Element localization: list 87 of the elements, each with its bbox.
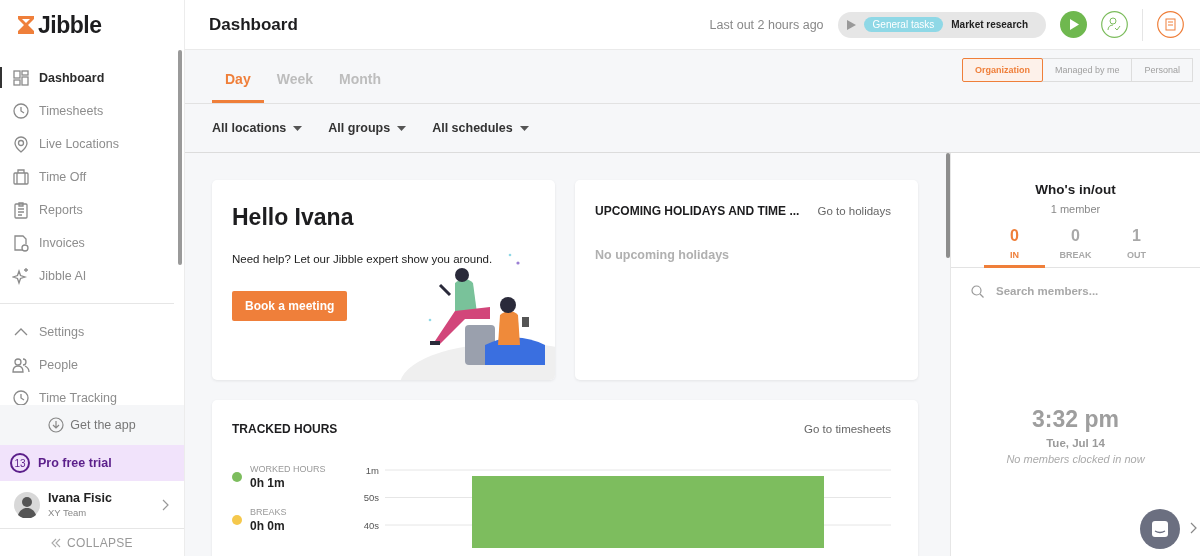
- go-to-holidays-link[interactable]: Go to holidays: [817, 205, 891, 217]
- book-meeting-button[interactable]: Book a meeting: [232, 291, 348, 321]
- logo-text: Jibble: [38, 11, 102, 39]
- avatar: [14, 491, 40, 518]
- clock-icon: [12, 388, 30, 405]
- chevron-right-icon: [162, 498, 170, 511]
- nav-item[interactable]: Time Tracking: [0, 381, 184, 405]
- axis-tick-label: 1m: [366, 464, 380, 476]
- filter-dropdown[interactable]: All schedules: [432, 121, 529, 135]
- download-icon: [48, 417, 65, 433]
- status-label: OUT: [1127, 250, 1146, 260]
- user-team: XY Team: [48, 507, 88, 518]
- trial-banner[interactable]: 13 Pro free trial: [0, 445, 184, 481]
- people-icon: [12, 355, 30, 374]
- clipboard-icon: [12, 200, 30, 219]
- period-tab[interactable]: Week: [263, 69, 326, 103]
- status-label: BREAK: [1059, 250, 1092, 260]
- status-count: 0: [1010, 227, 1019, 245]
- status-count: 1: [1132, 227, 1141, 245]
- suitcase-icon: [12, 167, 30, 186]
- user-name: Ivana Fisic: [48, 491, 113, 505]
- invoice-icon: [12, 233, 30, 252]
- legend-value: 0h 1m: [250, 476, 286, 490]
- current-time: 3:32 pm: [1031, 406, 1120, 433]
- nav-item[interactable]: Settings: [0, 315, 184, 348]
- nav-item[interactable]: Live Locations: [0, 127, 184, 160]
- caret-down-icon: [519, 125, 529, 131]
- user-menu[interactable]: Ivana Fisic XY Team: [0, 481, 184, 529]
- last-out-text: Last out 2 hours ago: [709, 17, 824, 32]
- status-count: 0: [1071, 227, 1080, 245]
- scrollbar[interactable]: [946, 153, 950, 258]
- double-chevron-left-icon: [51, 537, 62, 548]
- logo-icon: [16, 15, 36, 35]
- nav-item[interactable]: Dashboard: [0, 61, 184, 94]
- trial-label: Pro free trial: [38, 456, 112, 470]
- nav-item[interactable]: Time Off: [0, 160, 184, 193]
- search-icon: [971, 284, 984, 298]
- filter-dropdown[interactable]: All groups: [328, 121, 407, 135]
- period-tab[interactable]: Month: [326, 69, 394, 103]
- card-title: TRACKED HOURS: [232, 422, 338, 436]
- scope-toggle[interactable]: Personal: [1131, 57, 1193, 82]
- nav-item[interactable]: Jibble AI: [0, 259, 184, 292]
- help-text: Need help? Let our Jibble expert show you around.: [232, 253, 494, 265]
- play-icon: [846, 19, 856, 30]
- empty-state-text: No upcoming holidays: [595, 248, 731, 262]
- axis-tick-label: 50s: [364, 492, 380, 503]
- legend-label: BREAKS: [250, 507, 287, 517]
- start-timer-button[interactable]: [1060, 11, 1087, 38]
- caret-down-icon: [293, 125, 303, 131]
- book-button[interactable]: [1157, 11, 1184, 38]
- status-tab[interactable]: 1 OUT: [1106, 227, 1167, 268]
- scrollbar[interactable]: [178, 50, 182, 265]
- panel-title: Who's in/out: [1034, 182, 1117, 197]
- status-tab[interactable]: 0 BREAK: [1045, 227, 1106, 268]
- card-title: UPCOMING HOLIDAYS AND TIME ...: [595, 204, 800, 218]
- axis-tick-label: 40s: [364, 519, 380, 531]
- chat-button[interactable]: [1140, 509, 1180, 549]
- page-title: Dashboard: [209, 14, 299, 35]
- trial-days-badge: 13: [10, 453, 30, 473]
- timer-selector[interactable]: General tasks Market research: [837, 11, 1046, 38]
- get-app-button[interactable]: Get the app: [0, 405, 184, 445]
- location-pin-icon: [12, 134, 30, 153]
- legend-label: WORKED HOURS: [250, 464, 326, 474]
- scope-toggle[interactable]: Organization: [961, 57, 1043, 82]
- project-tag: General tasks: [863, 17, 944, 32]
- scope-toggle[interactable]: Managed by me: [1041, 57, 1133, 82]
- collapse-button[interactable]: COLLAPSE: [0, 529, 184, 556]
- current-date: Tue, Jul 14: [1045, 437, 1106, 449]
- dashboard-icon: [12, 68, 30, 87]
- empty-state-text: No members clocked in now: [1005, 453, 1146, 465]
- sparkle-icon: [12, 266, 30, 285]
- nav-item[interactable]: Invoices: [0, 226, 184, 259]
- filter-dropdown[interactable]: All locations: [212, 121, 303, 135]
- nav-item[interactable]: Timesheets: [0, 94, 184, 127]
- go-to-timesheets-link[interactable]: Go to timesheets: [804, 423, 891, 435]
- chevron-right-icon: [1190, 522, 1197, 534]
- legend-value: 0h 0m: [250, 519, 286, 533]
- caret-down-icon: [397, 125, 407, 131]
- task-name: Market research: [951, 19, 1028, 30]
- member-count: 1 member: [1049, 203, 1102, 215]
- status-tab[interactable]: 0 IN: [984, 227, 1045, 268]
- nav-item[interactable]: Reports: [0, 193, 184, 226]
- person-check-button[interactable]: [1101, 11, 1128, 38]
- nav-item[interactable]: People: [0, 348, 184, 381]
- clock-icon: [12, 101, 30, 120]
- greeting-heading: Hello Ivana: [232, 204, 355, 231]
- status-label: IN: [1010, 250, 1019, 260]
